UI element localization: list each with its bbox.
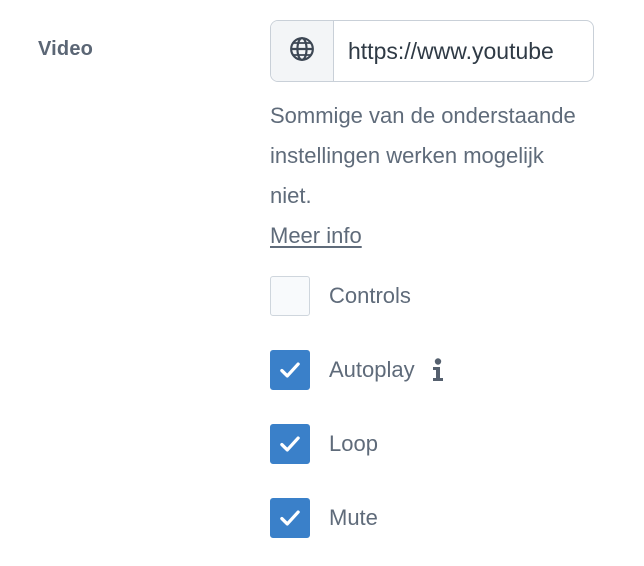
globe-icon	[289, 36, 315, 67]
controls-label: Controls	[329, 283, 411, 308]
option-loop[interactable]: Loop	[270, 424, 378, 464]
mute-label: Mute	[329, 505, 378, 530]
video-url-input[interactable]	[334, 21, 593, 81]
autoplay-checkbox[interactable]	[270, 350, 310, 390]
option-mute[interactable]: Mute	[270, 498, 378, 538]
checkmark-icon	[280, 362, 300, 378]
loop-checkbox[interactable]	[270, 424, 310, 464]
help-text: Sommige van de onderstaande instellingen…	[270, 103, 576, 208]
video-field-label: Video	[38, 38, 94, 60]
checkmark-icon	[280, 436, 300, 452]
controls-checkbox[interactable]	[270, 276, 310, 316]
autoplay-label: Autoplay	[329, 357, 415, 382]
info-icon[interactable]	[431, 358, 445, 382]
url-prefix	[271, 21, 334, 81]
option-autoplay[interactable]: Autoplay	[270, 350, 445, 390]
mute-checkbox[interactable]	[270, 498, 310, 538]
help-block: Sommige van de onderstaande instellingen…	[270, 96, 590, 256]
more-info-link[interactable]: Meer info	[270, 223, 362, 248]
loop-label: Loop	[329, 431, 378, 456]
checkmark-icon	[280, 510, 300, 526]
video-url-group	[270, 20, 594, 82]
option-controls[interactable]: Controls	[270, 276, 411, 316]
